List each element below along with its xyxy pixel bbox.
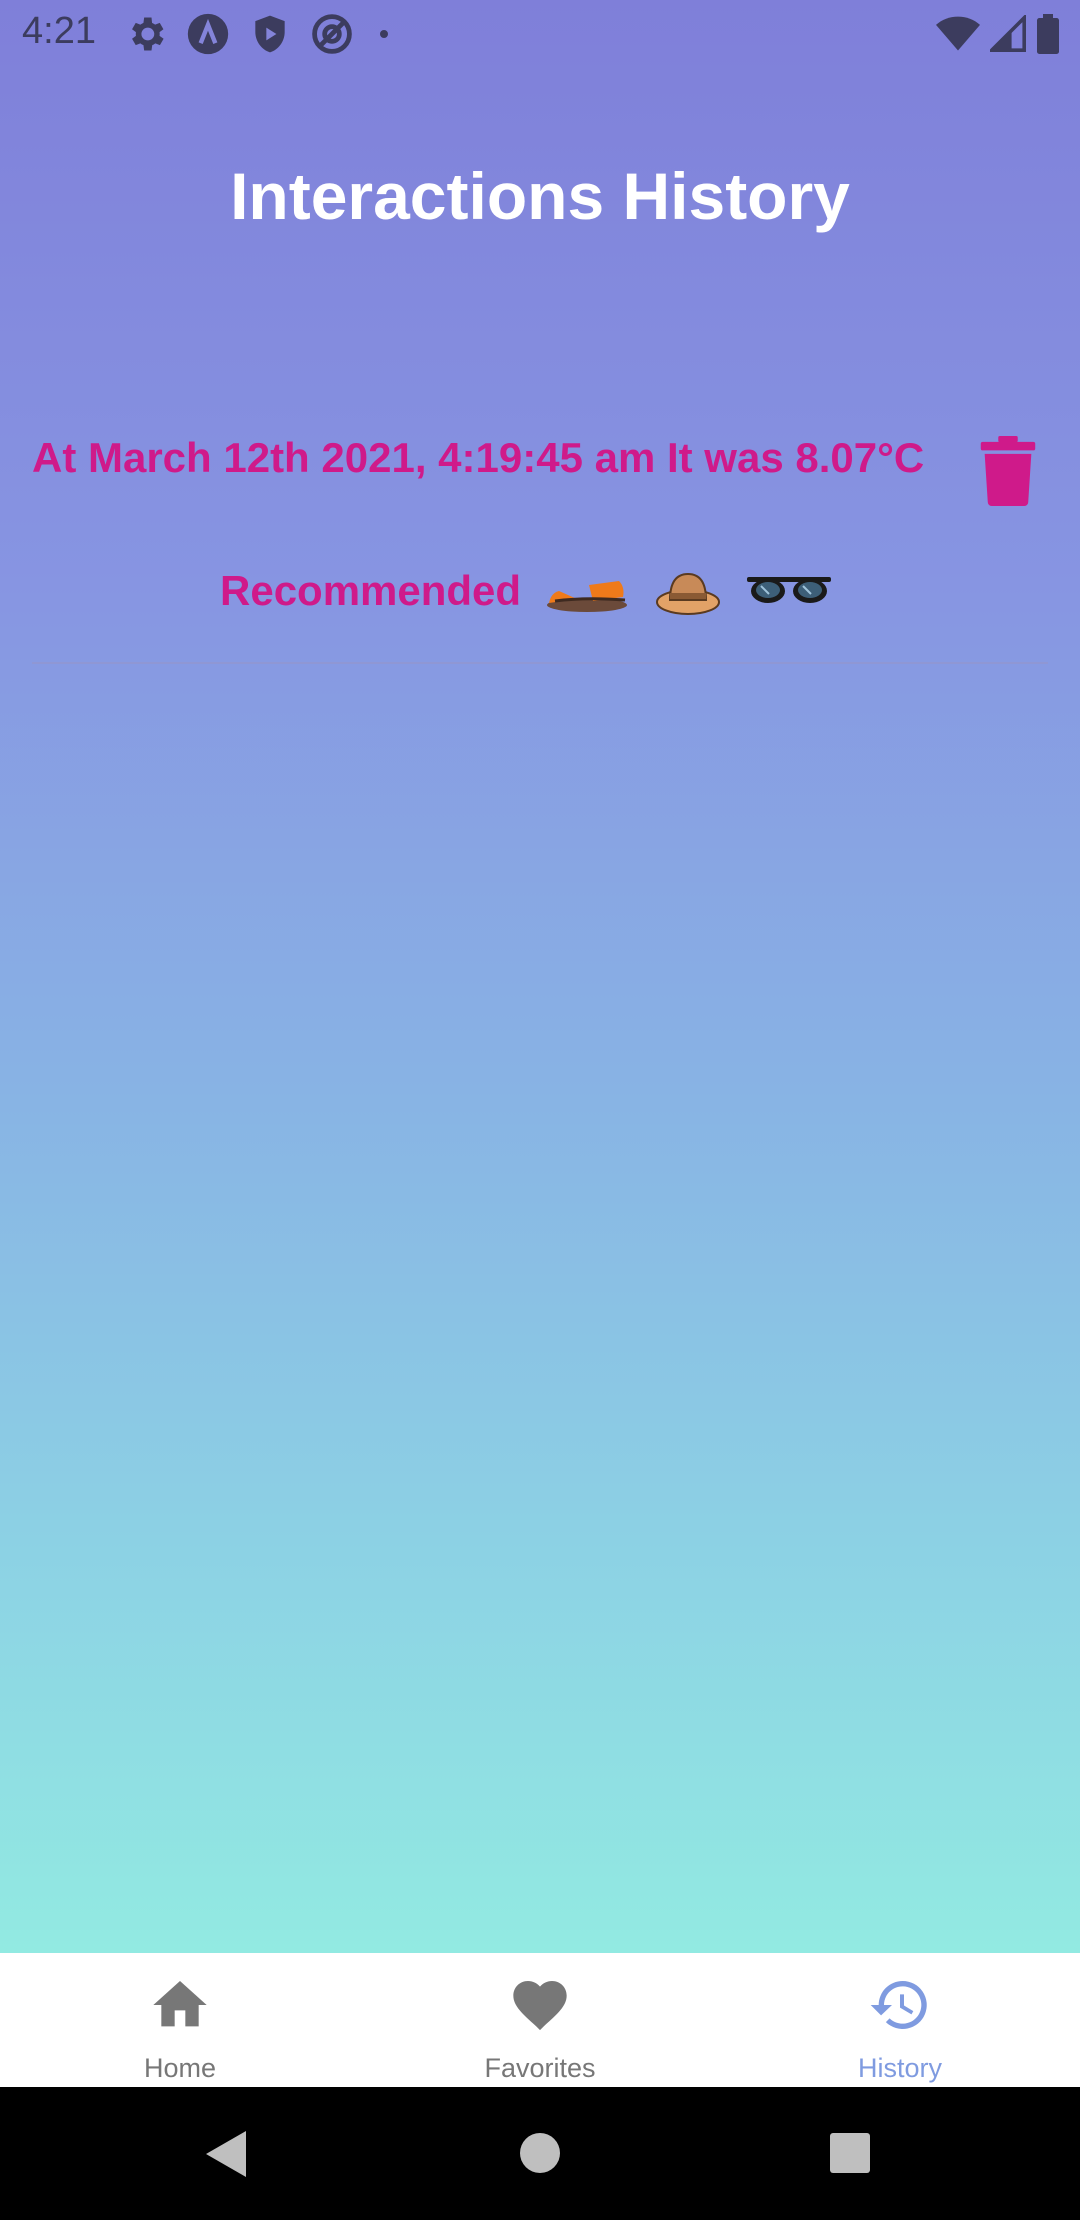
status-bar: 4:21: [0, 0, 1080, 66]
delete-button[interactable]: [980, 436, 1036, 506]
hat-icon: [656, 572, 721, 615]
page-title: Interactions History: [230, 159, 850, 233]
home-icon: [153, 1981, 207, 2027]
bottom-nav: Home Favorites History: [0, 1953, 1080, 2087]
at-sign-icon: [312, 14, 352, 54]
wifi-icon: [936, 16, 980, 51]
tab-history-label: History: [857, 2053, 942, 2083]
status-icons-left: [124, 12, 396, 56]
home-button[interactable]: [518, 2131, 562, 2175]
status-icons-right: [936, 14, 1060, 54]
app-lambda-icon: [187, 13, 229, 55]
tab-home-label: Home: [143, 2053, 217, 2083]
recents-button[interactable]: [828, 2131, 872, 2175]
shield-play-icon: [255, 15, 285, 53]
sunglasses-icon: [747, 577, 832, 603]
battery-icon: [1037, 14, 1059, 54]
history-entry: At March 12th 2021, 4:19:45 am It was 8.…: [32, 420, 1048, 664]
recommended-row: Recommended: [220, 556, 857, 626]
back-button[interactable]: [204, 2129, 248, 2179]
history-entry-text: At March 12th 2021, 4:19:45 am It was 8.…: [32, 434, 925, 481]
tab-favorites-label: Favorites: [484, 2053, 596, 2083]
tab-home[interactable]: Home: [0, 1953, 360, 2087]
trash-icon: [980, 436, 1036, 506]
signal-icon: [990, 15, 1026, 52]
history-icon: [870, 1980, 927, 2029]
tab-favorites[interactable]: Favorites: [360, 1953, 720, 2087]
app-screen: 4:21 Interactions History At March 12th …: [0, 0, 1080, 1953]
dot-icon: [380, 30, 388, 38]
status-time: 4:21: [22, 10, 96, 52]
sandal-icon: [547, 581, 628, 612]
heart-icon: [513, 1981, 567, 2031]
recommended-label: Recommended: [220, 567, 522, 614]
tab-history[interactable]: History: [720, 1953, 1080, 2087]
system-nav-bar: [0, 2087, 1080, 2220]
gear-icon: [132, 17, 164, 51]
